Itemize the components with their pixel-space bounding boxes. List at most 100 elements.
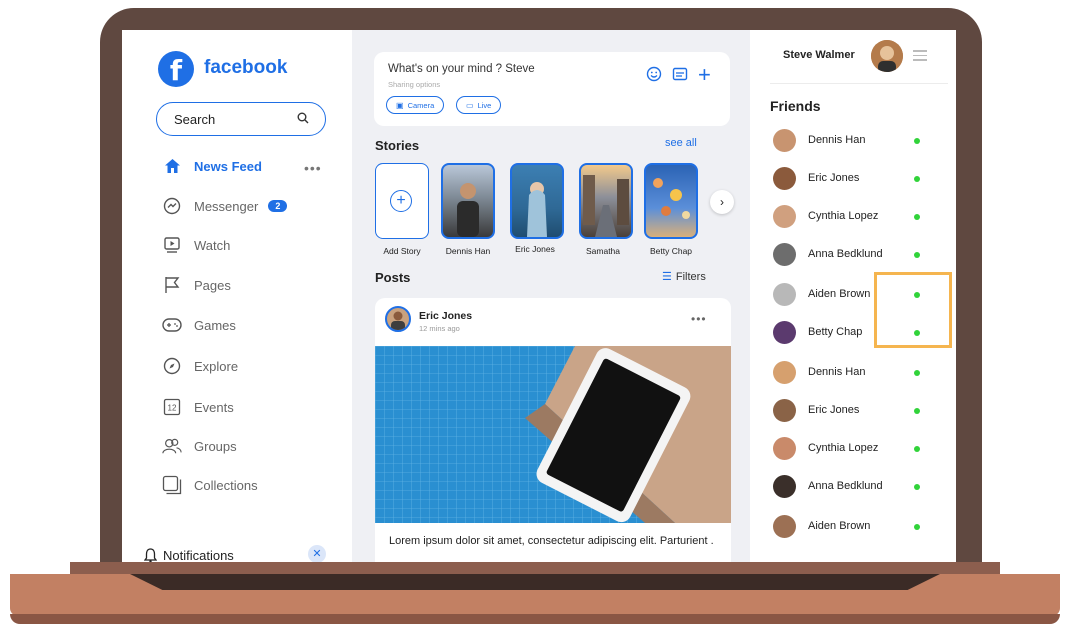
friends-title: Friends xyxy=(770,98,821,114)
video-icon: ▭ xyxy=(466,100,474,110)
close-icon[interactable]: ✕ xyxy=(308,545,326,563)
sliders-icon: ☰ xyxy=(662,271,672,283)
online-status-icon xyxy=(914,446,920,452)
sidebar-item-pages[interactable]: Pages xyxy=(162,273,322,297)
sidebar-item-label: Collections xyxy=(194,477,258,493)
live-button[interactable]: ▭ Live xyxy=(456,96,502,114)
composer-prompt[interactable]: What's on your mind ? Steve xyxy=(388,63,535,75)
base-hinge xyxy=(70,562,1000,574)
add-story-button[interactable]: + xyxy=(375,163,429,239)
avatar xyxy=(773,321,796,344)
sidebar-item-label: Pages xyxy=(194,277,231,293)
bell-icon xyxy=(144,548,157,563)
search-icon[interactable] xyxy=(297,112,309,124)
sidebar-item-label: Events xyxy=(194,399,234,415)
sidebar-item-watch[interactable]: Watch xyxy=(162,233,322,257)
notifications-label: Notifications xyxy=(163,548,234,563)
flag-icon xyxy=(162,275,182,295)
notifications-header[interactable]: Notifications xyxy=(144,548,234,563)
left-sidebar: f facebook Search News Feed ••• Messenge… xyxy=(122,30,352,563)
sidebar-item-explore[interactable]: Explore xyxy=(162,354,322,378)
sidebar-item-label: News Feed xyxy=(194,158,262,174)
chevron-right-icon[interactable]: › xyxy=(710,190,734,214)
see-all-link[interactable]: see all xyxy=(665,137,697,149)
live-label: Live xyxy=(477,100,492,110)
online-status-icon xyxy=(914,370,920,376)
story-card[interactable] xyxy=(644,163,698,239)
divider xyxy=(770,83,948,84)
avatar xyxy=(773,205,796,228)
story-name: Dennis Han xyxy=(445,246,491,256)
online-status-icon xyxy=(914,524,920,530)
friend-name: Eric Jones xyxy=(808,404,860,416)
avatar xyxy=(773,283,796,306)
avatar xyxy=(773,475,796,498)
online-status-icon xyxy=(914,214,920,220)
friend-name: Eric Jones xyxy=(808,172,860,184)
post-composer[interactable]: What's on your mind ? Steve Sharing opti… xyxy=(374,52,730,126)
groups-icon xyxy=(162,436,182,456)
online-status-icon xyxy=(914,252,920,258)
stories-title: Stories xyxy=(375,138,420,153)
filters-label: Filters xyxy=(675,271,706,283)
search-input[interactable]: Search xyxy=(156,102,326,136)
highlight-box xyxy=(874,272,952,348)
plus-icon: + xyxy=(390,190,412,212)
post-author[interactable]: Eric Jones xyxy=(419,310,472,322)
add-icon[interactable]: + xyxy=(698,62,711,88)
sidebar-item-label: Messenger xyxy=(194,198,259,214)
sidebar-item-label: Watch xyxy=(194,237,231,253)
search-label: Search xyxy=(174,112,216,127)
avatar xyxy=(773,437,796,460)
friend-list-item[interactable]: Anna Bedklund xyxy=(770,474,930,500)
friend-name: Betty Chap xyxy=(808,326,863,338)
avatar xyxy=(773,129,796,152)
brand-name[interactable]: facebook xyxy=(204,57,287,79)
friend-list-item[interactable]: Anna Bedklund xyxy=(770,242,930,268)
avatar[interactable] xyxy=(385,306,411,332)
emoji-icon[interactable] xyxy=(646,66,662,87)
avatar xyxy=(773,243,796,266)
friend-list-item[interactable]: Eric Jones xyxy=(770,398,930,424)
friend-list-item[interactable]: Cynthia Lopez xyxy=(770,436,930,462)
friend-list-item[interactable]: Eric Jones xyxy=(770,166,930,192)
add-story-label: Add Story xyxy=(383,246,421,256)
gallery-icon[interactable] xyxy=(672,66,688,87)
friend-name: Cynthia Lopez xyxy=(808,442,879,454)
sidebar-item-groups[interactable]: Groups xyxy=(162,434,322,458)
more-options-icon[interactable]: ••• xyxy=(691,312,707,326)
watch-icon xyxy=(162,235,182,255)
posts-title: Posts xyxy=(375,270,411,285)
hamburger-menu-icon[interactable] xyxy=(913,50,927,64)
friend-name: Anna Bedklund xyxy=(808,248,883,260)
avatar[interactable] xyxy=(871,40,903,72)
base-groove xyxy=(130,574,940,590)
screen: f facebook Search News Feed ••• Messenge… xyxy=(122,30,956,563)
friend-list-item[interactable]: Cynthia Lopez xyxy=(770,204,930,230)
story-card[interactable] xyxy=(441,163,495,239)
camera-icon: ▣ xyxy=(396,100,404,110)
sidebar-item-messenger[interactable]: Messenger 2 xyxy=(162,194,322,218)
online-status-icon xyxy=(914,138,920,144)
svg-text:12: 12 xyxy=(168,404,177,413)
more-options-icon[interactable]: ••• xyxy=(304,160,322,176)
facebook-logo-icon[interactable]: f xyxy=(158,51,194,87)
friend-list-item[interactable]: Dennis Han xyxy=(770,128,930,154)
story-card[interactable] xyxy=(579,163,633,239)
sidebar-item-games[interactable]: Games xyxy=(162,313,322,337)
home-icon xyxy=(162,156,182,176)
post-time: 12 mins ago xyxy=(419,324,460,333)
sidebar-item-events[interactable]: 12 Events xyxy=(162,395,322,419)
base-foot xyxy=(10,614,1060,624)
friend-list-item[interactable]: Aiden Brown xyxy=(770,514,930,540)
camera-button[interactable]: ▣ Camera xyxy=(386,96,445,114)
story-name: Eric Jones xyxy=(515,244,555,254)
story-name: Samatha xyxy=(585,246,621,256)
filters-button[interactable]: ☰ Filters xyxy=(662,270,706,283)
sidebar-item-news-feed[interactable]: News Feed xyxy=(162,154,322,178)
story-card[interactable] xyxy=(510,163,564,239)
user-name[interactable]: Steve Walmer xyxy=(783,49,855,61)
online-status-icon xyxy=(914,408,920,414)
friend-list-item[interactable]: Dennis Han xyxy=(770,360,930,386)
sidebar-item-collections[interactable]: Collections xyxy=(162,473,322,497)
